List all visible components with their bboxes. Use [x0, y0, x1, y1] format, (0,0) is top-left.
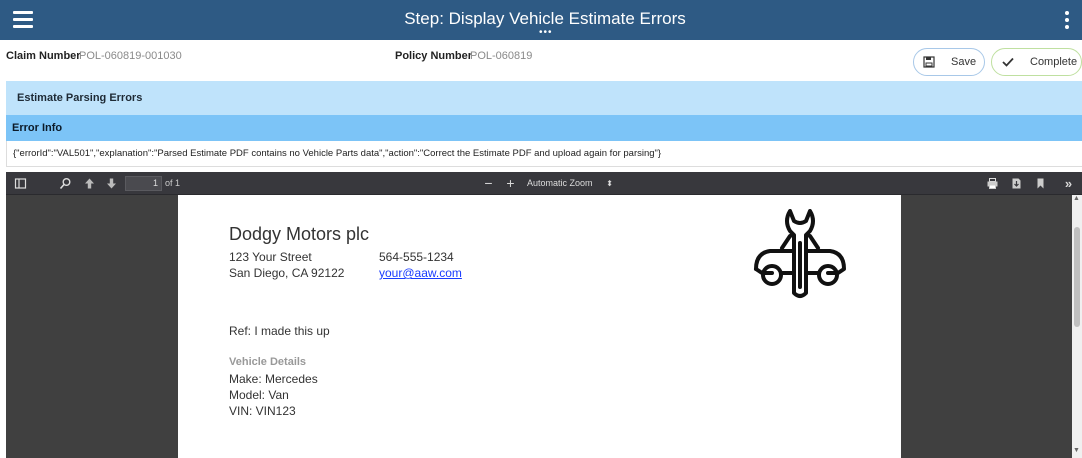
claim-number-label: Claim Number [6, 50, 81, 62]
complete-button[interactable]: Complete [991, 48, 1082, 76]
vehicle-details-heading: Vehicle Details [229, 356, 307, 368]
tools-chevron-icon[interactable]: » [1062, 177, 1075, 190]
search-icon[interactable] [59, 177, 72, 190]
error-info-header: Error Info [6, 115, 1082, 141]
floppy-disk-icon [923, 56, 935, 68]
pdf-scrollbar[interactable]: ▲ ▼ [1072, 195, 1082, 458]
horizontal-dots-icon[interactable]: ••• [539, 28, 553, 38]
vehicle-make: Make: Mercedes [229, 372, 318, 386]
error-info-title: Error Info [12, 122, 63, 134]
document-ref: Ref: I made this up [229, 324, 330, 338]
zoom-select-value: Automatic Zoom [527, 178, 593, 188]
car-wrench-logo-icon [754, 209, 846, 298]
document-city: San Diego, CA 92122 [229, 266, 345, 280]
zoom-in-icon[interactable]: + [504, 176, 517, 190]
scroll-up-arrow-icon[interactable]: ▲ [1073, 195, 1080, 202]
vehicle-vin: VIN: VIN123 [229, 404, 296, 418]
complete-button-label: Complete [1030, 56, 1078, 68]
page-number-input[interactable]: 1 [125, 176, 162, 191]
pdf-scrollbar-thumb[interactable] [1074, 227, 1080, 327]
vehicle-model: Model: Van [229, 388, 289, 402]
download-icon[interactable] [1010, 177, 1023, 190]
document-phone: 564-555-1234 [379, 250, 454, 264]
top-bar: Step: Display Vehicle Estimate Errors ••… [0, 0, 1082, 40]
next-page-icon[interactable] [105, 177, 118, 190]
zoom-select[interactable]: Automatic Zoom ⬍ [523, 176, 617, 191]
select-caret-icon: ⬍ [606, 179, 613, 188]
claim-number-value: POL-060819-001030 [79, 50, 182, 62]
policy-number-label: Policy Number [395, 50, 473, 62]
page-title: Step: Display Vehicle Estimate Errors [404, 9, 686, 28]
estimate-parsing-errors-title: Estimate Parsing Errors [17, 92, 143, 104]
scroll-down-arrow-icon[interactable]: ▼ [1073, 447, 1080, 454]
pdf-viewer: 1 of 1 − + Automatic Zoom ⬍ » Dodgy Moto… [6, 172, 1082, 458]
error-info-text: {"errorId":"VAL501","explanation":"Parse… [13, 148, 662, 159]
document-street: 123 Your Street [229, 250, 312, 264]
pdf-toolbar: 1 of 1 − + Automatic Zoom ⬍ » [6, 172, 1082, 195]
vertical-dots-icon[interactable] [1063, 11, 1071, 29]
zoom-out-icon[interactable]: − [482, 176, 495, 190]
error-info-box: {"errorId":"VAL501","explanation":"Parse… [6, 141, 1082, 167]
checkmark-icon [1002, 57, 1014, 67]
bookmark-icon[interactable] [1034, 177, 1047, 190]
estimate-parsing-errors-header[interactable]: Estimate Parsing Errors [6, 81, 1082, 115]
page-total: of 1 [165, 178, 181, 188]
print-icon[interactable] [986, 177, 999, 190]
policy-number-value: POL-060819 [470, 50, 533, 62]
save-button[interactable]: Save [913, 48, 985, 76]
document-company-name: Dodgy Motors plc [229, 224, 370, 244]
pdf-page: Dodgy Motors plc 123 Your Street San Die… [178, 195, 901, 458]
previous-page-icon[interactable] [83, 177, 96, 190]
save-button-label: Save [951, 56, 977, 68]
document-email-link[interactable]: your@aaw.com [379, 266, 462, 280]
sidebar-toggle-icon[interactable] [14, 177, 27, 190]
